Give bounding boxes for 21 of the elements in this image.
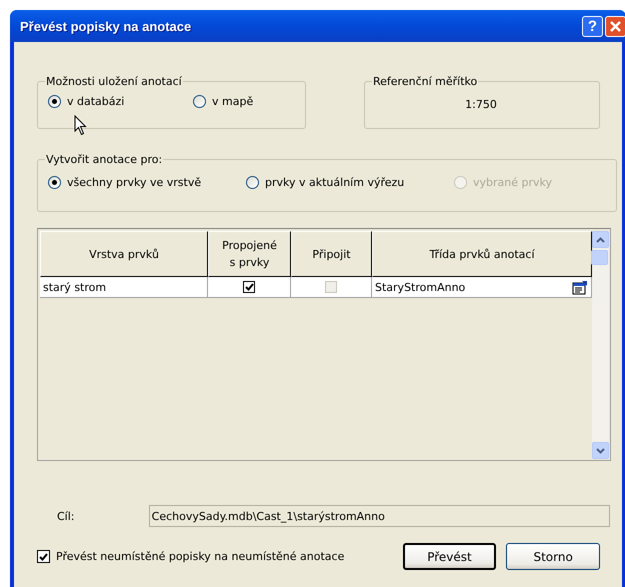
group-title: Referenční měřítko [372, 75, 478, 88]
group-title: Možnosti uložení anotací [45, 75, 183, 88]
window-title: Převést popisky na anotace [20, 18, 192, 34]
dialog-button[interactable]: Storno [506, 543, 600, 570]
help-button[interactable]: ? [582, 16, 603, 36]
radio-button[interactable]: prvky v aktuálním výřezu [246, 176, 404, 189]
column-header[interactable]: Vrstva prvků [40, 231, 208, 277]
radio-button[interactable]: v mapě [193, 95, 254, 108]
target-label: Cíl: [56, 510, 76, 522]
scale-value: 1:750 [465, 98, 497, 111]
radio-button[interactable]: v databázi [48, 95, 124, 108]
dialog-button[interactable]: Převést [402, 543, 496, 570]
column-header[interactable]: Připojit [291, 231, 372, 277]
group-title: Vytvořit anotace pro: [45, 153, 164, 166]
target-field[interactable]: CechovySady.mdb\Cast_1\starýstromAnno [148, 505, 610, 527]
convert-unplaced-checkbox[interactable]: Převést neumístěné popisky na neumístěné anotace [37, 550, 403, 563]
table-cell: StaryStromAnno [375, 280, 466, 294]
radio-button[interactable]: všechny prvky ve vrstvě [48, 176, 202, 189]
table-cell: starý strom [40, 277, 208, 297]
column-header[interactable]: Třída prvků anotací [372, 231, 592, 277]
column-header[interactable]: Propojené s prvky [208, 231, 291, 277]
